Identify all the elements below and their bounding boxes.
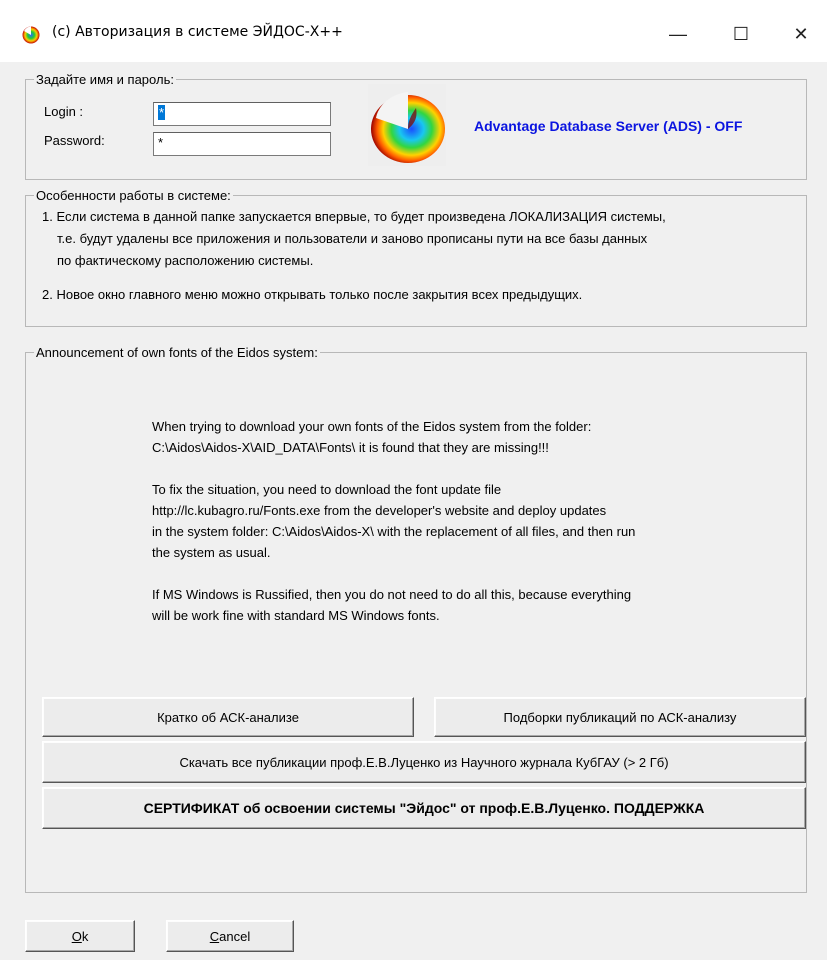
download-publications-button[interactable]: Скачать все публикации проф.Е.В.Луценко … xyxy=(42,741,806,783)
password-input[interactable]: * xyxy=(153,132,331,156)
feature-item-1-line-3: по фактическому расположению системы. xyxy=(57,253,314,268)
ok-label: k xyxy=(81,928,89,944)
publications-selection-button[interactable]: Подборки публикаций по АСК-анализу xyxy=(434,697,806,737)
minimize-button[interactable]: — xyxy=(655,14,701,54)
title-bar: (c) Авторизация в системе ЭЙДОС-Х++ — ☐ … xyxy=(0,0,827,62)
login-value: * xyxy=(158,105,166,120)
announcement-legend: Announcement of own fonts of the Eidos s… xyxy=(36,345,318,360)
feature-item-1-line-1: 1. Если система в данной папке запускает… xyxy=(42,209,666,224)
window-title: (c) Авторизация в системе ЭЙДОС-Х++ xyxy=(52,24,343,40)
login-label: Login : xyxy=(44,104,84,119)
maximize-button[interactable]: ☐ xyxy=(718,14,764,54)
announcement-line: the system as usual. xyxy=(152,545,271,560)
eidos-app-icon xyxy=(22,26,40,44)
announcement-line: C:\Aidos\Aidos-X\AID_DATA\Fonts\ it is f… xyxy=(152,440,549,455)
ok-button[interactable]: Ok xyxy=(25,920,135,952)
ads-status: Advantage Database Server (ADS) - OFF xyxy=(474,118,743,134)
password-value: * xyxy=(158,135,164,150)
features-legend: Особенности работы в системе: xyxy=(36,188,231,203)
cancel-mnemonic: C xyxy=(209,928,220,944)
announcement-line: If MS Windows is Russified, then you do … xyxy=(152,587,632,602)
close-button[interactable]: ✕ xyxy=(778,14,824,54)
cancel-button[interactable]: Cancel xyxy=(166,920,294,952)
announcement-line: will be work fine with standard MS Windo… xyxy=(152,608,440,623)
cancel-label: ancel xyxy=(219,928,251,944)
feature-item-2: 2. Новое окно главного меню можно открыв… xyxy=(42,287,583,302)
announcement-line: When trying to download your own fonts o… xyxy=(152,419,592,434)
announcement-line: http://lc.kubagro.ru/Fonts.exe from the … xyxy=(152,503,607,518)
feature-item-1-line-2: т.е. будут удалены все приложения и поль… xyxy=(57,231,648,246)
password-label: Password: xyxy=(44,133,105,148)
credentials-legend: Задайте имя и пароль: xyxy=(36,72,174,87)
brief-ask-analysis-button[interactable]: Кратко об АСК-анализе xyxy=(42,697,414,737)
login-input[interactable]: * xyxy=(153,102,331,126)
ok-mnemonic: O xyxy=(71,928,82,944)
certificate-support-button[interactable]: СЕРТИФИКАТ об освоении системы "Эйдос" о… xyxy=(42,787,806,829)
announcement-line: in the system folder: C:\Aidos\Aidos-X\ … xyxy=(152,524,636,539)
eidos-logo xyxy=(368,84,446,166)
announcement-line: To fix the situation, you need to downlo… xyxy=(152,482,502,497)
